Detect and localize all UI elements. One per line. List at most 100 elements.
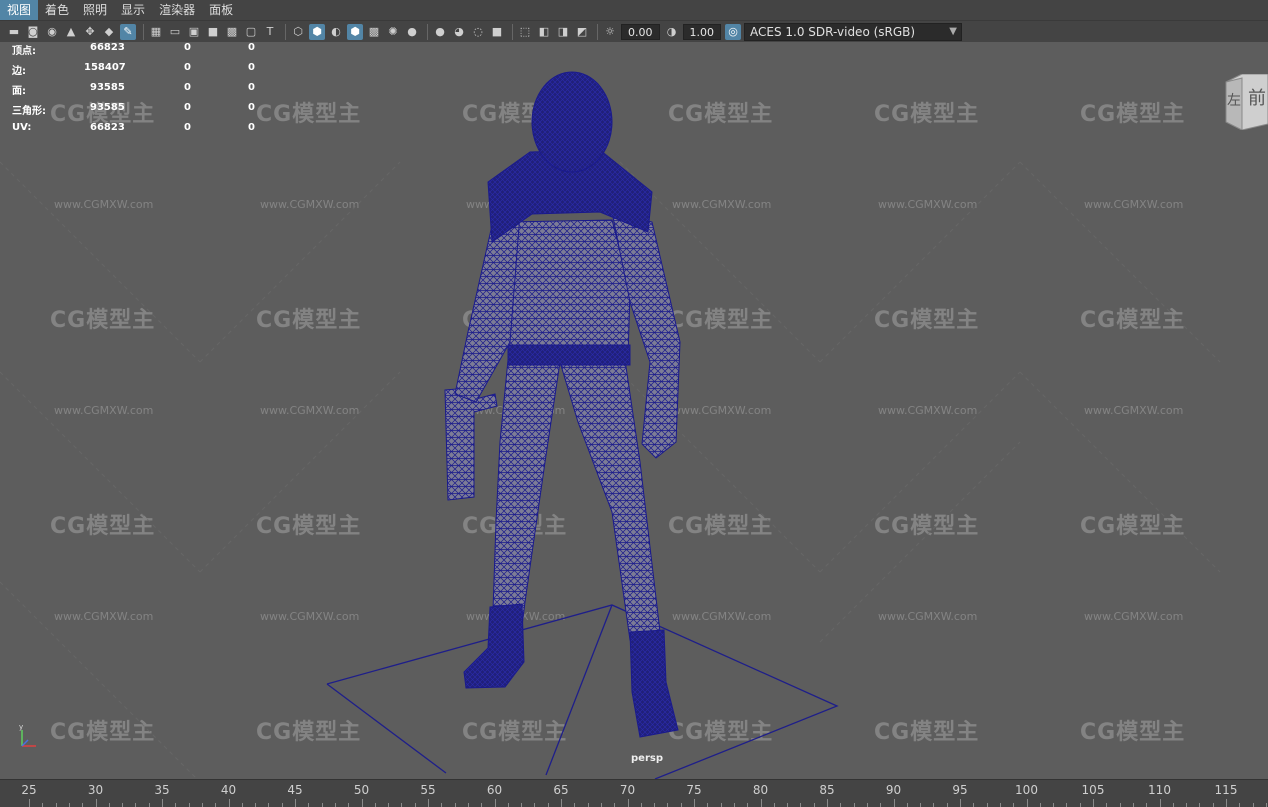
color-management-icon[interactable]: ◎ (725, 23, 741, 40)
hud-row-uvs: UV: 66823 0 0 (10, 122, 270, 136)
hud-label: 面: (12, 86, 26, 97)
safe-title-icon[interactable]: T (262, 24, 278, 40)
xray-joints-icon[interactable]: ◨ (555, 24, 571, 40)
timeline-tick (733, 803, 735, 807)
view-cube-front-label: 前 (1248, 88, 1266, 109)
menu-renderer[interactable]: 渲染器 (152, 0, 202, 20)
safe-action-icon[interactable]: ▢ (243, 24, 259, 40)
isolate-select-icon[interactable]: ⬚ (517, 24, 533, 40)
svg-text:y: y (19, 723, 23, 731)
wireframe-on-shaded-icon[interactable]: ⬢ (347, 23, 363, 40)
timeline-tick-label: 60 (486, 783, 503, 797)
motion-blur-icon[interactable]: ◕ (451, 24, 467, 40)
xray-components-icon[interactable]: ◩ (574, 24, 590, 40)
grease-pencil-icon[interactable]: ◆ (101, 24, 117, 40)
timeline-tick (295, 799, 296, 807)
timeline-tick-label: 30 (87, 783, 104, 797)
timeline-tick (800, 803, 802, 807)
timeline-tick (827, 799, 828, 807)
timeline-tick (1066, 803, 1068, 807)
shadows-icon[interactable]: ● (404, 24, 420, 40)
timeline-tick (960, 799, 961, 807)
hud-label: 顶点: (12, 46, 36, 57)
time-slider[interactable]: 25 30 35 40 45 50 55 60 65 70 75 80 85 90 95 100 105 110 1… (0, 779, 1268, 807)
hud-value: 0 (184, 82, 191, 93)
wireframe-icon[interactable]: ⬡ (290, 24, 306, 40)
hud-value: 0 (184, 42, 191, 53)
camera-icon[interactable]: ▬ (6, 24, 22, 40)
timeline-tick (1119, 803, 1121, 807)
menu-show[interactable]: 显示 (114, 0, 152, 20)
menu-view[interactable]: 视图 (0, 0, 39, 20)
exposure-field[interactable]: 0.00 (621, 23, 660, 40)
bookmark-icon[interactable]: ◉ (44, 24, 60, 40)
view-transform-dropdown[interactable]: ACES 1.0 SDR-video (sRGB) ▼ (744, 22, 962, 41)
gate-mask-icon[interactable]: ■ (205, 24, 221, 40)
default-material-icon[interactable]: ◐ (328, 24, 344, 40)
pencil-icon[interactable]: ✎ (120, 23, 136, 40)
toolbar-divider (427, 23, 428, 40)
timeline-tick (1093, 799, 1094, 807)
timeline-tick (773, 803, 775, 807)
timeline-tick-label: 40 (220, 783, 237, 797)
smooth-shade-icon[interactable]: ⬢ (309, 23, 325, 40)
timeline-tick (308, 803, 310, 807)
view-cube[interactable]: 左 前 (1222, 73, 1268, 131)
timeline-tick (1079, 803, 1081, 807)
timeline-tick (680, 803, 682, 807)
xray-icon[interactable]: ◧ (536, 24, 552, 40)
ground-plane (326, 604, 839, 779)
timeline-tick (1199, 803, 1201, 807)
textured-icon[interactable]: ▩ (366, 24, 382, 40)
timeline-tick (494, 799, 496, 807)
image-plane-icon[interactable]: ▲ (63, 24, 79, 40)
lights-icon[interactable]: ✺ (385, 24, 401, 40)
timeline-tick (880, 803, 882, 807)
timeline-tick-label: 25 (21, 783, 37, 797)
timeline-tick-label: 110 (1148, 783, 1171, 797)
screen-space-ao-icon[interactable]: ● (432, 24, 448, 40)
timeline-tick (42, 803, 44, 807)
resolution-gate-icon[interactable]: ▣ (186, 24, 202, 40)
timeline-tick (760, 799, 762, 807)
timeline-tick (441, 803, 443, 807)
field-chart-icon[interactable]: ▩ (224, 24, 240, 40)
timeline-tick (334, 803, 336, 807)
menu-lighting[interactable]: 照明 (76, 0, 114, 20)
timeline-tick (215, 803, 217, 807)
3d-viewport[interactable]: CG模型主 www.CGMXW.com CG模型主 www.CGMXW.com CG模型… (0, 42, 1268, 779)
grid-icon[interactable]: ▦ (148, 24, 164, 40)
anti-aliasing-icon[interactable]: ◌ (470, 24, 486, 40)
timeline-tick (414, 803, 416, 807)
timeline-tick (893, 799, 895, 807)
camera-attributes-icon[interactable]: ◙ (25, 24, 41, 40)
timeline-tick (521, 803, 523, 807)
hud-value: 0 (184, 102, 191, 113)
timeline-tick (707, 803, 709, 807)
timeline-tick (348, 803, 350, 807)
gamma-icon[interactable]: ◑ (664, 24, 680, 40)
timeline-tick (1226, 799, 1227, 807)
timeline-tick (29, 799, 30, 807)
menu-panels[interactable]: 面板 (202, 0, 240, 20)
film-gate-icon[interactable]: ▭ (167, 24, 183, 40)
gamma-field[interactable]: 1.00 (682, 23, 721, 40)
2d-pan-icon[interactable]: ✥ (82, 24, 98, 40)
timeline-tick (281, 803, 283, 807)
hud-row-edges: 边: 158407 0 0 (10, 62, 270, 77)
depth-of-field-icon[interactable]: ■ (489, 24, 505, 40)
timeline-tick (654, 803, 656, 807)
timeline-tick (1039, 803, 1041, 807)
hud-value: 0 (248, 122, 255, 133)
timeline-tick (787, 803, 789, 807)
toolbar-divider (512, 23, 513, 40)
hud-value: 0 (248, 82, 255, 93)
exposure-icon[interactable]: ☼ (602, 24, 618, 40)
hud-value: 66823 (90, 42, 125, 53)
menu-shading[interactable]: 着色 (38, 0, 76, 20)
timeline-tick (148, 803, 150, 807)
hud-row-vertices: 顶点: 66823 0 0 (10, 42, 270, 57)
camera-name-label: persp (631, 753, 663, 764)
timeline-tick (1172, 803, 1174, 807)
timeline-tick-label: 115 (1214, 783, 1238, 797)
